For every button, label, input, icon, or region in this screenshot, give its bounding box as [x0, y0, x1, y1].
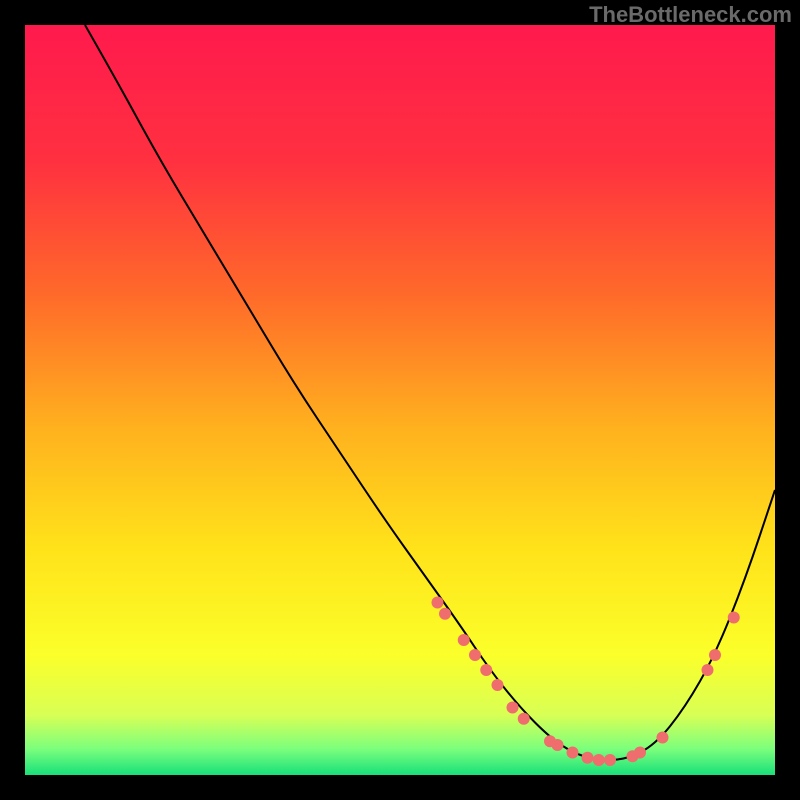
highlight-dot: [492, 679, 504, 691]
gradient-background: [25, 25, 775, 775]
highlight-dot: [567, 747, 579, 759]
chart-svg: [25, 25, 775, 775]
highlight-dot: [507, 702, 519, 714]
highlight-dot: [657, 732, 669, 744]
highlight-dot: [582, 752, 594, 764]
plot-area: [25, 25, 775, 775]
highlight-dot: [458, 634, 470, 646]
highlight-dot: [552, 739, 564, 751]
highlight-dot: [518, 713, 530, 725]
highlight-dot: [728, 612, 740, 624]
highlight-dot: [469, 649, 481, 661]
chart-frame: TheBottleneck.com: [0, 0, 800, 800]
highlight-dot: [702, 664, 714, 676]
highlight-dot: [604, 754, 616, 766]
watermark-text: TheBottleneck.com: [589, 2, 792, 28]
highlight-dot: [709, 649, 721, 661]
highlight-dot: [439, 608, 451, 620]
highlight-dot: [593, 754, 605, 766]
highlight-dot: [634, 747, 646, 759]
highlight-dot: [480, 664, 492, 676]
highlight-dot: [432, 597, 444, 609]
